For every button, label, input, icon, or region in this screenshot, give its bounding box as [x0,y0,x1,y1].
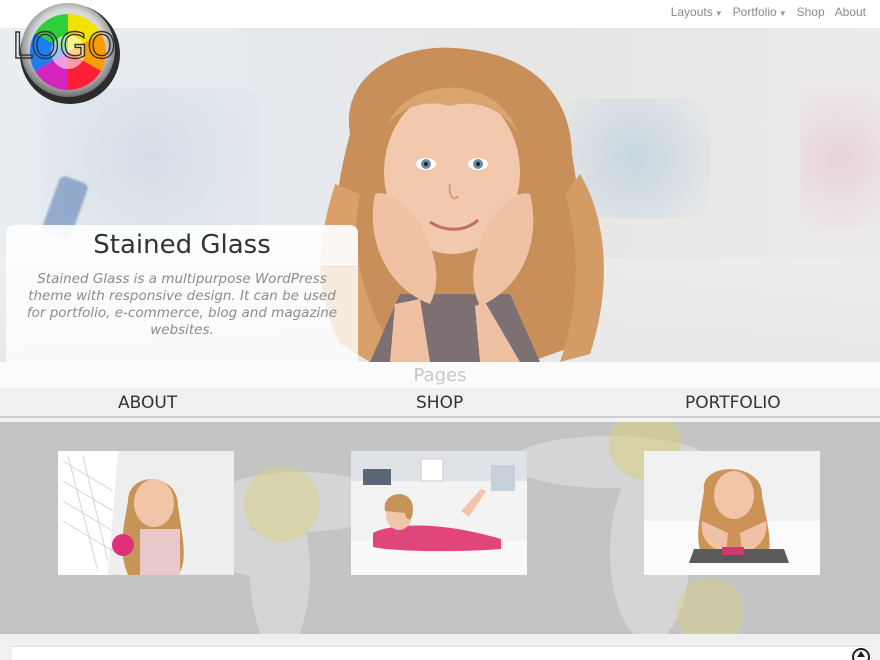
pages-heading: Pages [0,362,880,388]
background-blur [800,88,880,228]
menu-item-about[interactable]: About [835,5,866,19]
content-area [12,646,868,660]
menu-item-portfolio[interactable]: Portfolio ▼ [733,5,787,19]
page-link-portfolio[interactable]: PORTFOLIO [685,393,781,413]
menu-item-label: Portfolio [732,5,777,19]
site-logo[interactable]: LOGO [14,2,122,106]
scroll-to-top-button[interactable] [852,648,870,660]
menu-item-layouts[interactable]: Layouts ▼ [671,5,723,19]
logo-text: LOGO [14,26,116,67]
pages-gallery [0,422,880,634]
chevron-down-icon: ▼ [778,8,787,18]
menu-item-shop[interactable]: Shop [797,5,825,19]
main-menu: Layouts ▼ Portfolio ▼ Shop About [671,5,866,19]
menu-item-label: Shop [796,5,825,19]
gallery-thumbnail-about[interactable] [58,451,234,575]
thumbnail-image [351,451,527,575]
arrow-up-icon [857,651,865,657]
hero-caption-header: Stained Glass [6,225,358,265]
hero-title: Stained Glass [93,230,271,260]
thumbnail-image [58,451,234,575]
hero-description: Stained Glass is a multipurpose WordPres… [26,271,338,338]
page-link-about[interactable]: ABOUT [118,393,177,413]
gallery-thumbnail-shop[interactable] [351,451,527,575]
hero-caption: Stained Glass Stained Glass is a multipu… [6,225,358,362]
thumbnail-image [644,451,820,575]
hero-banner: Stained Glass Stained Glass is a multipu… [0,28,880,362]
chevron-down-icon: ▼ [714,8,723,18]
page-link-shop[interactable]: SHOP [416,393,463,413]
menu-item-label: About [834,5,866,19]
gallery-thumbnail-portfolio[interactable] [644,451,820,575]
top-navigation-bar: Layouts ▼ Portfolio ▼ Shop About [0,0,880,28]
pages-links-row: ABOUT SHOP PORTFOLIO [0,388,880,418]
menu-item-label: Layouts [670,5,713,19]
